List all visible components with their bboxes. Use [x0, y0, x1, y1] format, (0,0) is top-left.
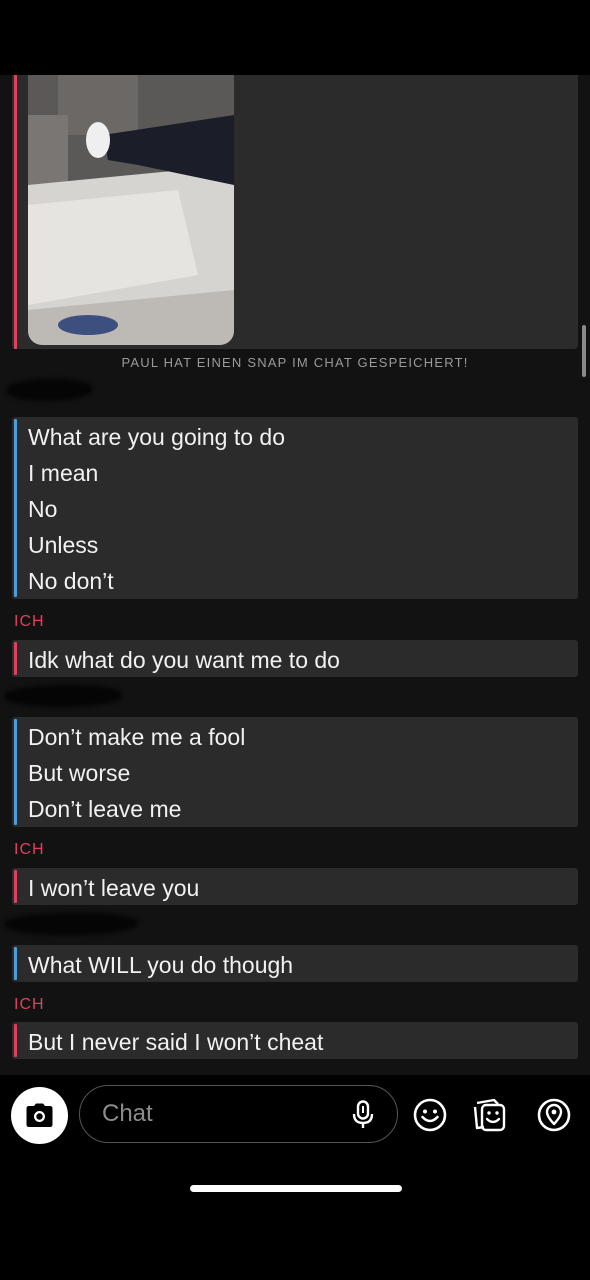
- me-accent-bar: [14, 642, 17, 675]
- map-pin-icon[interactable]: [536, 1097, 572, 1133]
- message-line: I won’t leave you: [28, 875, 200, 901]
- friend-accent-bar: [14, 947, 17, 980]
- message-line: But I never said I won’t cheat: [28, 1029, 324, 1055]
- microphone-icon[interactable]: [352, 1100, 374, 1130]
- message-bubble[interactable]: I won’t leave you: [12, 868, 578, 905]
- redacted-sender-name: [4, 685, 122, 707]
- chat-composer-bar: [0, 1075, 590, 1280]
- chat-input-container[interactable]: [79, 1085, 398, 1143]
- friend-accent-bar: [14, 419, 17, 597]
- sender-label-me: ICH: [14, 841, 45, 858]
- message-line: I mean: [28, 460, 99, 486]
- home-indicator[interactable]: [190, 1185, 402, 1192]
- message-line: No: [28, 496, 58, 522]
- friend-accent-bar: [14, 719, 17, 825]
- sticker-icon[interactable]: [472, 1097, 508, 1133]
- message-line: Don’t make me a fool: [28, 724, 246, 750]
- redacted-sender-name: [6, 379, 92, 401]
- me-accent-bar: [14, 870, 17, 903]
- snap-saved-notice: PAUL HAT EINEN SNAP IM CHAT GESPEICHERT!: [121, 355, 469, 370]
- redacted-sender-name: [4, 913, 138, 935]
- message-line: No don’t: [28, 568, 114, 594]
- smiley-icon[interactable]: [412, 1097, 448, 1133]
- message-line: But worse: [28, 760, 131, 786]
- chat-input[interactable]: [102, 1098, 342, 1130]
- message-bubble[interactable]: But I never said I won’t cheat: [12, 1022, 578, 1059]
- message-line: Idk what do you want me to do: [28, 647, 340, 673]
- message-bubble[interactable]: What are you going to do I mean No Unles…: [12, 417, 578, 599]
- message-line: What WILL you do though: [28, 952, 294, 978]
- message-bubble[interactable]: Don’t make me a fool But worse Don’t lea…: [12, 717, 578, 827]
- camera-icon: [26, 1103, 53, 1127]
- sender-label-me: ICH: [14, 613, 45, 630]
- camera-button[interactable]: [11, 1087, 68, 1144]
- snap-thumbnail[interactable]: [28, 75, 234, 345]
- message-bubble[interactable]: Idk what do you want me to do: [12, 640, 578, 677]
- chat-scroll-area[interactable]: PAUL HAT EINEN SNAP IM CHAT GESPEICHERT!…: [0, 75, 590, 1075]
- message-bubble[interactable]: What WILL you do though: [12, 945, 578, 982]
- message-line: Unless: [28, 532, 99, 558]
- saved-snap-card[interactable]: [12, 75, 578, 349]
- message-line: Don’t leave me: [28, 796, 182, 822]
- sender-label-me: ICH: [14, 996, 45, 1013]
- snap-accent-bar: [14, 75, 17, 349]
- message-line: What are you going to do: [28, 424, 285, 450]
- me-accent-bar: [14, 1024, 17, 1057]
- status-bar-area: [0, 0, 590, 75]
